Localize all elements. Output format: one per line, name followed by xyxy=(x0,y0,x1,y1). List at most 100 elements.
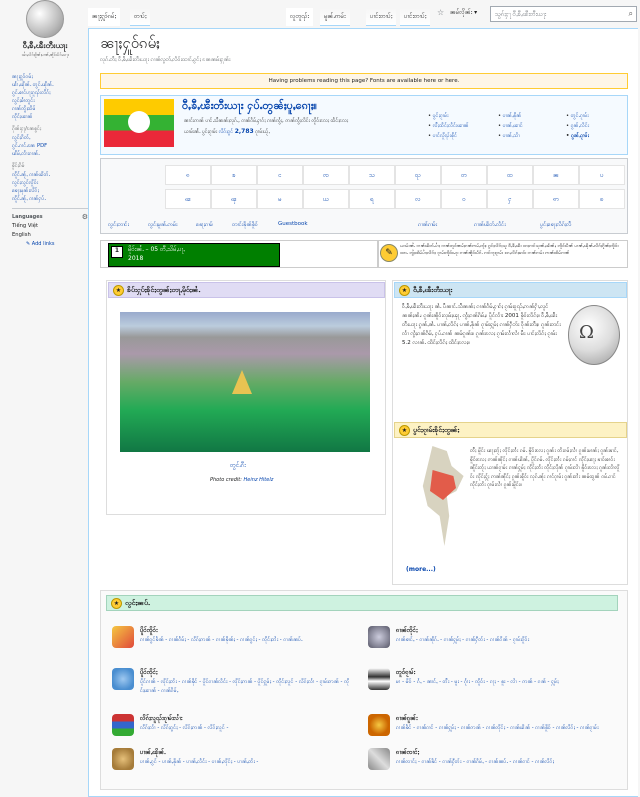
search-icon[interactable]: ⌕ xyxy=(629,9,633,19)
category-links[interactable]: ၵၢၼ်ၵွင်ၶႅၼ် - ၵၢၼ်ၵႅမ်ႈ - လိၵ်ႈဢၼ် - ၵၢ… xyxy=(140,636,350,645)
today-date[interactable]: မိုဝ်းၼႆႉ – 05 တီႇသိမ်ႇပႃႇ 2018 xyxy=(128,245,185,263)
portal-link[interactable]: ၵွၼ်ႇၵႂၢမ်း xyxy=(566,132,589,140)
photographer-link[interactable]: Heinz Hitelz xyxy=(244,477,274,483)
tools-icon xyxy=(368,748,390,770)
tab-talk[interactable]: တၢပ်ႈ xyxy=(130,8,151,26)
portal-link[interactable]: ပၢၼ်ႇသၢႆ xyxy=(498,132,520,140)
featured-photo[interactable] xyxy=(120,312,370,452)
portal-link[interactable]: ပၢင်လိူၺ်းၶိုင် xyxy=(428,132,457,140)
alphabet-letter[interactable]: ၶ xyxy=(211,165,257,185)
wikipedia-globe-icon: Ω xyxy=(568,305,620,365)
people-icon xyxy=(112,668,134,690)
puzzle-globe-icon xyxy=(26,0,64,38)
alphabet-letter[interactable]: ထ xyxy=(487,165,533,185)
nav-item[interactable]: ၶေႃႈမုၼ်းလိၵ်ႈ xyxy=(12,188,88,195)
lang-link[interactable]: English xyxy=(12,232,88,239)
group-icon xyxy=(112,748,134,770)
article-text: ဝီႇၶီႇၽီးတီးယႃး ၼႆႉ ပီၼၢင်ႉသီၼၼ်ႈ ၵၢၼ်ၵႅ… xyxy=(402,304,561,346)
alphabet-letter[interactable]: ဢ xyxy=(533,189,579,209)
nav-main-page[interactable]: ၼႃႈႁူဝ်ၵမ်ႈ xyxy=(12,74,88,81)
category-links[interactable]: မၢ - မိဝ် - ၵႆႇ - ၼၢင်ႇ - တီး - မူး - ၵႂ… xyxy=(396,678,606,687)
more-menu[interactable]: ၼမ်လိုၼ်း ▾ xyxy=(450,8,477,17)
divider xyxy=(12,208,88,209)
nav-item[interactable]: ၸိုင်ႈၽၢၼ် xyxy=(12,114,88,121)
star-icon: ★ xyxy=(111,598,122,609)
category-links[interactable]: ပိူင်ၵၢၼ် - ၸိုင်ႈတႆး - ၵၢၼ်ၶိုင် - ပိူင… xyxy=(140,678,350,696)
articles-link[interactable]: လိၵ်ႈၵွင် xyxy=(219,129,233,135)
alphabet-letter[interactable]: ၿ xyxy=(579,189,625,209)
index-bottom-link[interactable]: ၵၢၼ်ၽိတ်ႉလႅင်း xyxy=(474,221,506,229)
category-links[interactable]: ၵၢၼ်ၶႅင် - ၵၢၼ်ၵၢင် - ၵၢၼ်ႁူမ်ႈ - ၵၢၼ်ဢၼ… xyxy=(396,724,606,733)
category-links[interactable]: ၵၢၼ်ၶၢင်ႇ - ၵၢၼ်ၼိုၵ်ႉ - ၵၢၼ်ႁူမ်ႈ - ၵၢၼ… xyxy=(396,636,606,645)
alphabet-letter[interactable]: သ xyxy=(349,165,395,185)
tab-history[interactable]: ပၢင်းတၢပ်ႈ xyxy=(366,8,397,26)
more-link[interactable]: (more...) xyxy=(406,566,436,573)
wiki-logo[interactable]: ဝီႇၶီႇၽီးတီးယႃး ၽၢႆႇလိၵ်ႈၵိူၼ်ႈပၢၼ်ႇၼိူဝ… xyxy=(2,0,88,66)
index-bottom-link[interactable]: ၶေႃႈၵၢမ် xyxy=(196,221,213,229)
nav-item[interactable]: လွင်ႈမၢႆတွင်း xyxy=(12,98,88,105)
welcome-count-line: ယၢမ်းၼႆႉ ပွင်ႈၵႂၢမ်း လိၵ်ႈၵွင် 2,783 ၵႂၢ… xyxy=(184,128,270,135)
shan-flag-icon xyxy=(104,99,174,147)
index-bottom-link[interactable]: Guestbook xyxy=(278,221,308,227)
portal-link[interactable]: ပၢၼ်ႇၽၢင် xyxy=(498,122,523,130)
molecule-icon xyxy=(368,714,390,736)
alphabet-letter[interactable]: မ xyxy=(257,189,303,209)
books-icon xyxy=(112,714,134,736)
index-bottom-link[interactable]: တၢင်းၶိုၼ်ၶိူဝ် xyxy=(232,221,258,229)
photo-credit: Photo credit: Heinz Hitelz xyxy=(210,477,274,483)
nav-item[interactable]: ၵွင်ႉၵၢင်ႉၼႄ PDF xyxy=(12,143,88,150)
portal-link[interactable]: တွင်ႉၵႂၢမ်း xyxy=(566,112,589,120)
portal-link[interactable]: ၸီႈထႅင်ႈလႅင်းၽၢၼ် xyxy=(428,122,469,130)
category-links[interactable]: လိၵ်ႈလၢႆ - လိၵ်ႈၵွင်ႈ - လိၵ်ႈဢၼ် - လိၵ်ႈ… xyxy=(140,724,350,733)
featured-article-text: တီႈ မိူင်း ၽႃႈတႂ်ႈ ၸိုင်ႈတႆး ၵမ်ႉ ၶိူဝ်း… xyxy=(470,448,620,489)
search-input[interactable]: သွၵ်ႈႁႃ ဝီႇၶီႇၽီးတီးယႃး ⌕ xyxy=(490,6,637,22)
alphabet-letter[interactable]: ၺ xyxy=(395,165,441,185)
alphabet-letter[interactable]: ၾ xyxy=(211,189,257,209)
portal-link[interactable]: ပွင်ႈၵႂၢမ်း xyxy=(428,112,449,120)
alphabet-letter[interactable]: ရ xyxy=(349,189,395,209)
languages-heading: Languages ⚙ xyxy=(12,213,88,221)
alphabet-letter[interactable]: ၽ xyxy=(165,189,211,209)
calendar-icon: 1 xyxy=(111,246,123,258)
nav-item[interactable]: ၽိမ်ႇလၢႆးၵၢၼ်ႉ xyxy=(12,151,88,158)
nav-item[interactable]: ၵၢၼ်ၸွႆႈထႅမ် xyxy=(12,106,88,113)
category-links[interactable]: ၵၢၼ်ၸၢင်ႈ - ၵၢၼ်ၶႅင် - ၵၢၼ်ႁဵတ်း - ၵၢၼ်ၵ… xyxy=(396,758,606,767)
photo-caption[interactable]: တွင်ႉၵီး xyxy=(230,461,246,470)
categories-heading: ★ လွင်ႈၼပ်ႉ xyxy=(106,595,618,611)
alphabet-letter[interactable]: ဝ xyxy=(441,189,487,209)
alphabet-letter[interactable]: တ xyxy=(441,165,487,185)
portal-link[interactable]: ၵွၼ်ႇလႅင်း xyxy=(566,122,589,130)
page-title: ၼႃႈႁူဝ်ၵမ်ႈ xyxy=(100,34,160,52)
nav-item[interactable]: ၸိူင်ႉၼႂ်ႇ ၵၢၼ်ႁပ်ႉ xyxy=(12,196,88,203)
tab-history-2[interactable]: ပၢင်းတၢပ်ႈ xyxy=(400,8,431,26)
alphabet-letter[interactable]: ပ xyxy=(579,165,625,185)
tab-edit[interactable]: မူၼ်ႉဢမ်း xyxy=(320,8,350,26)
alphabet-letter[interactable]: ႁ xyxy=(487,189,533,209)
alphabet-letter[interactable]: ၵ xyxy=(165,165,211,185)
nav-item[interactable]: လွင်ႈၵႅတ်ႇ xyxy=(12,135,88,142)
watch-star-icon[interactable]: ☆ xyxy=(437,8,444,17)
alphabet-letter[interactable]: င xyxy=(257,165,303,185)
portal-link[interactable]: ပၢၼ်ႇၶိုၼ် xyxy=(498,112,522,120)
add-links-link[interactable]: ✎ Add links xyxy=(26,241,55,247)
welcome-title[interactable]: ဝီႇၶီႇၽီးတီးယႃး ႁပ်ႉတွၼ်ႈပူႇၵေႃႈ။ xyxy=(182,99,317,115)
tab-main-page[interactable]: ၼႃႈႁူဝ်ၵမ်ႈ xyxy=(88,8,120,26)
wordmark: ဝီႇၶီႇၽီးတီးယႃး xyxy=(22,41,68,50)
category-links[interactable]: ပၢၼ်ႇၵွင် - ပၢၼ်ႇၶိုၼ် - ပၢၼ်ႇလႅင်း - ပၢ… xyxy=(140,758,350,767)
sidebar: ၼႃႈႁူဝ်ၵမ်ႈ ၽၢႆႇၽိုၼ်ႉ တွင်ႉၽိုၼ်ႉ ၵွင်ႉ… xyxy=(12,74,88,248)
index-bottom-link[interactable]: ပွင်ႈၶေႃႈလိၵ်ႈလီ xyxy=(540,221,571,229)
lang-link[interactable]: Tiếng Việt xyxy=(12,223,88,230)
index-bottom-link[interactable]: ၵၢၼ်ၵၢမ်း xyxy=(418,221,437,229)
alphabet-letter[interactable]: လ xyxy=(395,189,441,209)
nav-item[interactable]: ၸိူင်ႉၼႂ်ႇ ၵၢၼ်ၽိတ်ႉ xyxy=(12,172,88,179)
index-bottom-link[interactable]: လွင်ႈတၢင်း xyxy=(108,221,129,229)
nav-item[interactable]: လွင်ႈလွင်ၸိူဝ်း xyxy=(12,180,88,187)
alphabet-letter[interactable]: ၸ xyxy=(303,165,349,185)
alphabet-letter[interactable]: ၼ xyxy=(533,165,579,185)
nav-item[interactable]: ၽၢႆႇၽိုၼ်ႉ တွင်ႉၽိုၼ်ႉ xyxy=(12,82,88,89)
tab-read[interactable]: လူတူၺ်း xyxy=(286,8,313,26)
nav-item[interactable]: ၵွင်ႉၶၢင်ပႃးၵူၺ်းလိၵ်ႈ xyxy=(12,90,88,97)
alphabet-letter[interactable]: ယ xyxy=(303,189,349,209)
sidebar-heading: ၵိုၼ်းႁႃ/ၼႄၶွင်ႈ xyxy=(12,126,42,132)
index-bottom-link[interactable]: လွင်ႈမူၼ်ႉဢမ်း xyxy=(148,221,177,229)
